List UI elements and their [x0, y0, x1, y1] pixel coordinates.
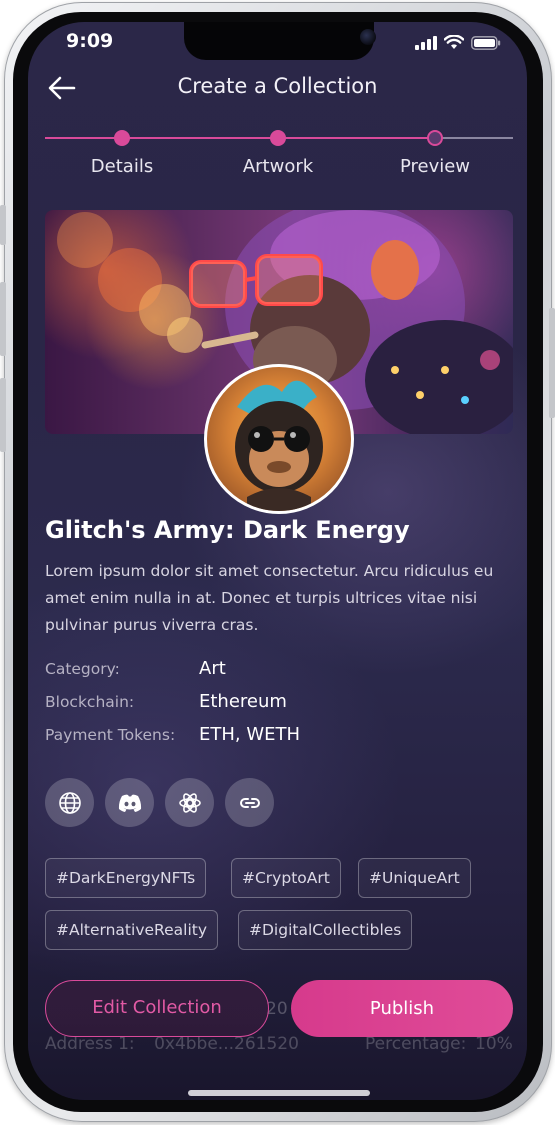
page-title: Create a Collection [177, 74, 378, 98]
step-label-artwork[interactable]: Artwork [208, 156, 348, 177]
app-screen: 9:09 Create a Collection Details Artwork… [28, 22, 527, 1100]
progress-stepper [45, 128, 513, 148]
royalty-percentage-label: Percentage: [365, 1034, 467, 1054]
mute-switch [0, 205, 6, 245]
detail-label: Category: [45, 660, 120, 678]
volume-up-button [0, 282, 6, 356]
stepper-remaining-line [443, 137, 513, 139]
collection-title: Glitch's Army: Dark Energy [45, 516, 410, 544]
detail-label: Blockchain: [45, 693, 135, 711]
tag-chip[interactable]: #UniqueArt [358, 858, 471, 898]
detail-row-category: Category: Art [45, 658, 513, 682]
wifi-icon [444, 35, 464, 49]
status-time: 9:09 [66, 30, 114, 52]
battery-icon [471, 35, 501, 50]
detail-row-payment-tokens: Payment Tokens: ETH, WETH [45, 724, 513, 748]
link-icon [239, 797, 260, 808]
step-label-preview[interactable]: Preview [365, 156, 505, 177]
discord-icon [118, 794, 141, 812]
home-indicator [188, 1090, 370, 1096]
stepper-progress-line [45, 137, 443, 139]
edit-collection-button[interactable]: Edit Collection [45, 980, 269, 1037]
opensea-button[interactable] [165, 778, 214, 827]
step-label-details[interactable]: Details [52, 156, 192, 177]
avatar-artwork [235, 380, 323, 511]
camera-icon [360, 29, 376, 45]
royalty-partial-text: 20 [266, 999, 288, 1019]
royalty-address-value: 0x4bbe...261520 [154, 1034, 299, 1054]
website-button[interactable] [45, 778, 94, 827]
tag-chip[interactable]: #DarkEnergyNFTs [45, 858, 207, 898]
tag-chip[interactable]: #CryptoArt [231, 858, 341, 898]
step-dot-details[interactable] [114, 130, 130, 146]
detail-value: ETH, WETH [199, 724, 301, 745]
royalty-row-preview: Address 1: 0x4bbe...261520 Percentage: 1… [45, 1034, 513, 1054]
collection-avatar [204, 364, 354, 514]
royalty-percentage-value: 10% [475, 1034, 513, 1054]
detail-value: Ethereum [199, 691, 287, 712]
social-links [45, 778, 274, 827]
detail-row-blockchain: Blockchain: Ethereum [45, 691, 513, 715]
step-dot-artwork[interactable] [270, 130, 286, 146]
link-button[interactable] [225, 778, 274, 827]
detail-value: Art [199, 658, 226, 679]
globe-icon [58, 791, 81, 814]
discord-button[interactable] [105, 778, 154, 827]
notch [184, 22, 376, 60]
collection-description: Lorem ipsum dolor sit amet consectetur. … [45, 562, 494, 634]
status-icons [415, 35, 501, 50]
volume-down-button [0, 378, 6, 452]
tag-chip[interactable]: #DigitalCollectibles [238, 910, 413, 950]
publish-button[interactable]: Publish [291, 980, 513, 1037]
opensea-icon [178, 792, 201, 813]
royalty-address-label: Address 1: [45, 1034, 135, 1054]
tag-chip[interactable]: #AlternativeReality [45, 910, 218, 950]
cellular-signal-icon [415, 35, 437, 50]
power-button [549, 308, 555, 418]
detail-label: Payment Tokens: [45, 726, 176, 744]
step-dot-preview[interactable] [427, 130, 443, 146]
